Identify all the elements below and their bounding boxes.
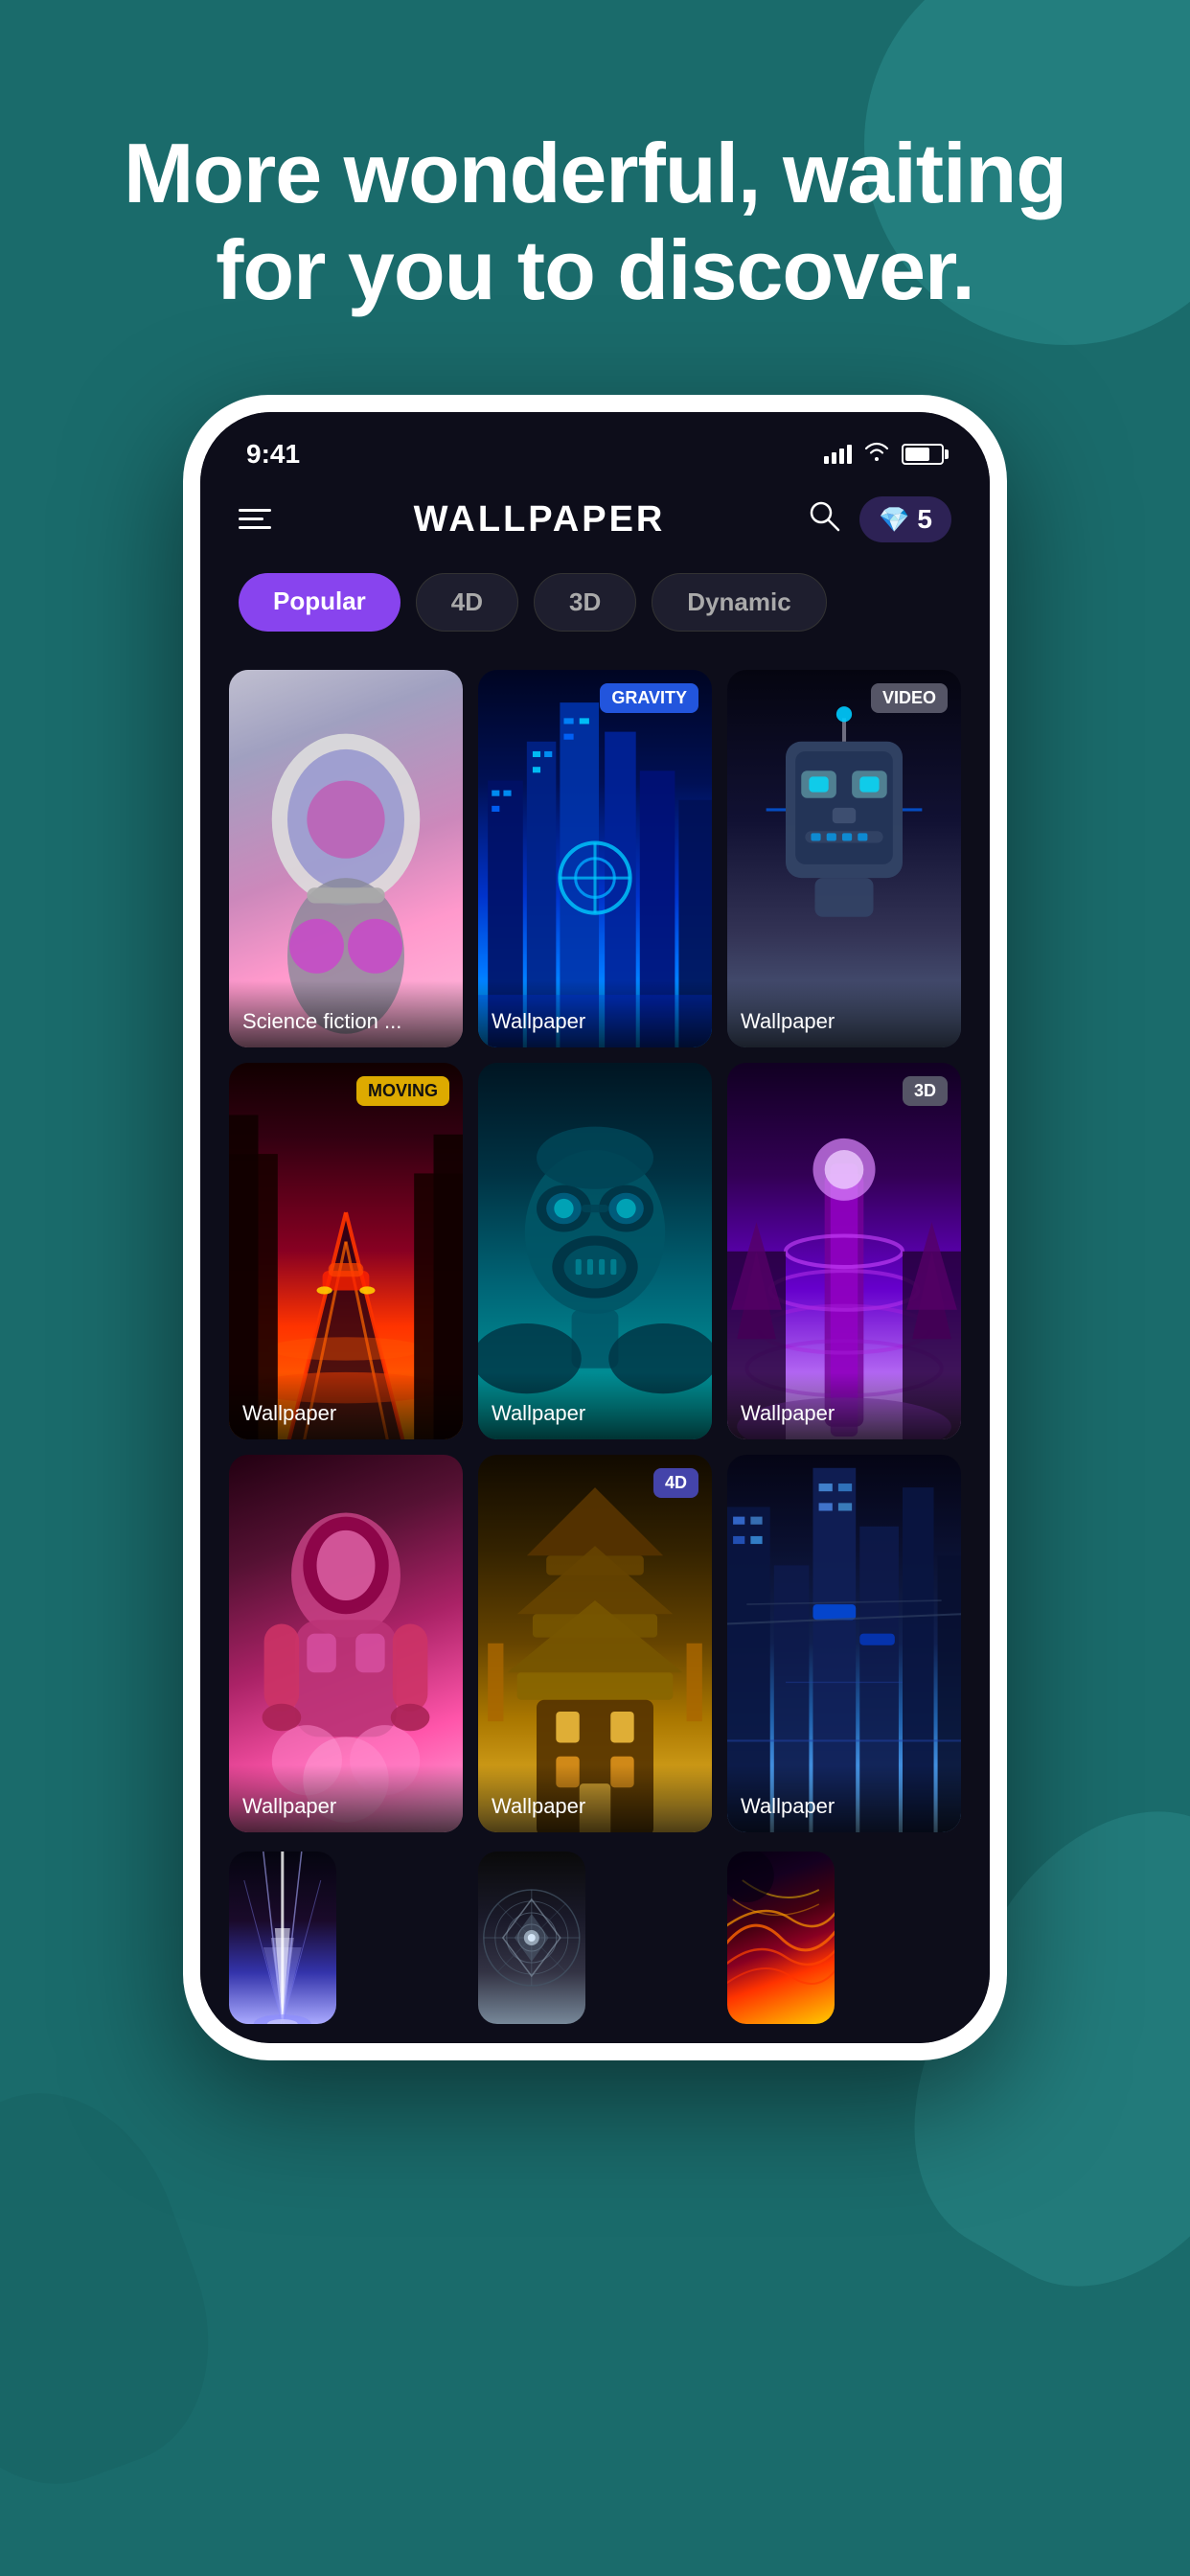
tab-4d[interactable]: 4D (416, 573, 518, 632)
signal-bars (824, 445, 852, 464)
signal-bar-1 (824, 456, 829, 464)
wallpaper-item-6[interactable]: 3D Wallpaper (727, 1063, 961, 1440)
status-bar: 9:41 (200, 412, 990, 477)
phone-screen: 9:41 (200, 412, 990, 2043)
wallpaper-label-1: Science fiction ... (229, 980, 463, 1047)
tab-3d[interactable]: 3D (534, 573, 636, 632)
wallpaper-label-2: Wallpaper (478, 980, 712, 1047)
tab-dynamic[interactable]: Dynamic (652, 573, 826, 632)
search-icon[interactable] (808, 499, 840, 540)
gem-count: 5 (917, 504, 932, 535)
wallpaper-item-4[interactable]: MOVING Wallpaper (229, 1063, 463, 1440)
wallpaper-item-3[interactable]: VIDEO Wallpaper (727, 670, 961, 1047)
wallpaper-tag-3: VIDEO (871, 683, 948, 713)
signal-bar-2 (832, 452, 836, 464)
wallpaper-item-12[interactable] (727, 1852, 835, 2024)
wallpaper-label-6: Wallpaper (727, 1372, 961, 1439)
wallpaper-item-1[interactable]: Science fiction ... (229, 670, 463, 1047)
wallpaper-tag-8: 4D (653, 1468, 698, 1498)
tabs-container: Popular 4D 3D Dynamic (200, 558, 990, 651)
gems-badge[interactable]: 💎 5 (859, 496, 951, 542)
menu-icon[interactable] (239, 502, 271, 538)
tab-popular[interactable]: Popular (239, 573, 400, 632)
wallpaper-label-8: Wallpaper (478, 1765, 712, 1832)
wallpaper-label-9: Wallpaper (727, 1765, 961, 1832)
app-header: WALLPAPER 💎 5 (200, 477, 990, 558)
phone-frame: 9:41 (183, 395, 1007, 2060)
wallpaper-item-7[interactable]: Wallpaper (229, 1455, 463, 1832)
wallpaper-item-9[interactable]: Wallpaper (727, 1455, 961, 1832)
wallpaper-label-5: Wallpaper (478, 1372, 712, 1439)
signal-bar-3 (839, 448, 844, 464)
phone-container: 9:41 (0, 395, 1190, 2060)
wallpaper-label-3: Wallpaper (727, 980, 961, 1047)
wallpaper-label-4: Wallpaper (229, 1372, 463, 1439)
status-time: 9:41 (246, 439, 300, 470)
wallpaper-item-2[interactable]: GRAVITY Wallpaper (478, 670, 712, 1047)
battery-fill (905, 448, 929, 461)
wallpaper-item-11[interactable] (478, 1852, 585, 2024)
signal-bar-4 (847, 445, 852, 464)
gem-icon: 💎 (879, 505, 909, 535)
wallpaper-tag-2: GRAVITY (600, 683, 698, 713)
wifi-icon (863, 441, 890, 469)
wallpaper-item-8[interactable]: 4D Wallpaper (478, 1455, 712, 1832)
wallpaper-tag-4: MOVING (356, 1076, 449, 1106)
header-right: 💎 5 (808, 496, 951, 542)
app-title: WALLPAPER (414, 499, 666, 540)
wallpaper-grid: Science fiction ... (200, 651, 990, 1852)
bg-shape-bottom-left (0, 2059, 248, 2518)
battery-icon (902, 444, 944, 465)
headline: More wonderful, waiting for you to disco… (0, 0, 1190, 376)
wallpaper-item-10[interactable] (229, 1852, 336, 2024)
wallpaper-bottom-row (200, 1852, 990, 2043)
status-icons (824, 441, 944, 469)
wallpaper-tag-6: 3D (903, 1076, 948, 1106)
wallpaper-label-7: Wallpaper (229, 1765, 463, 1832)
wallpaper-item-5[interactable]: Wallpaper (478, 1063, 712, 1440)
